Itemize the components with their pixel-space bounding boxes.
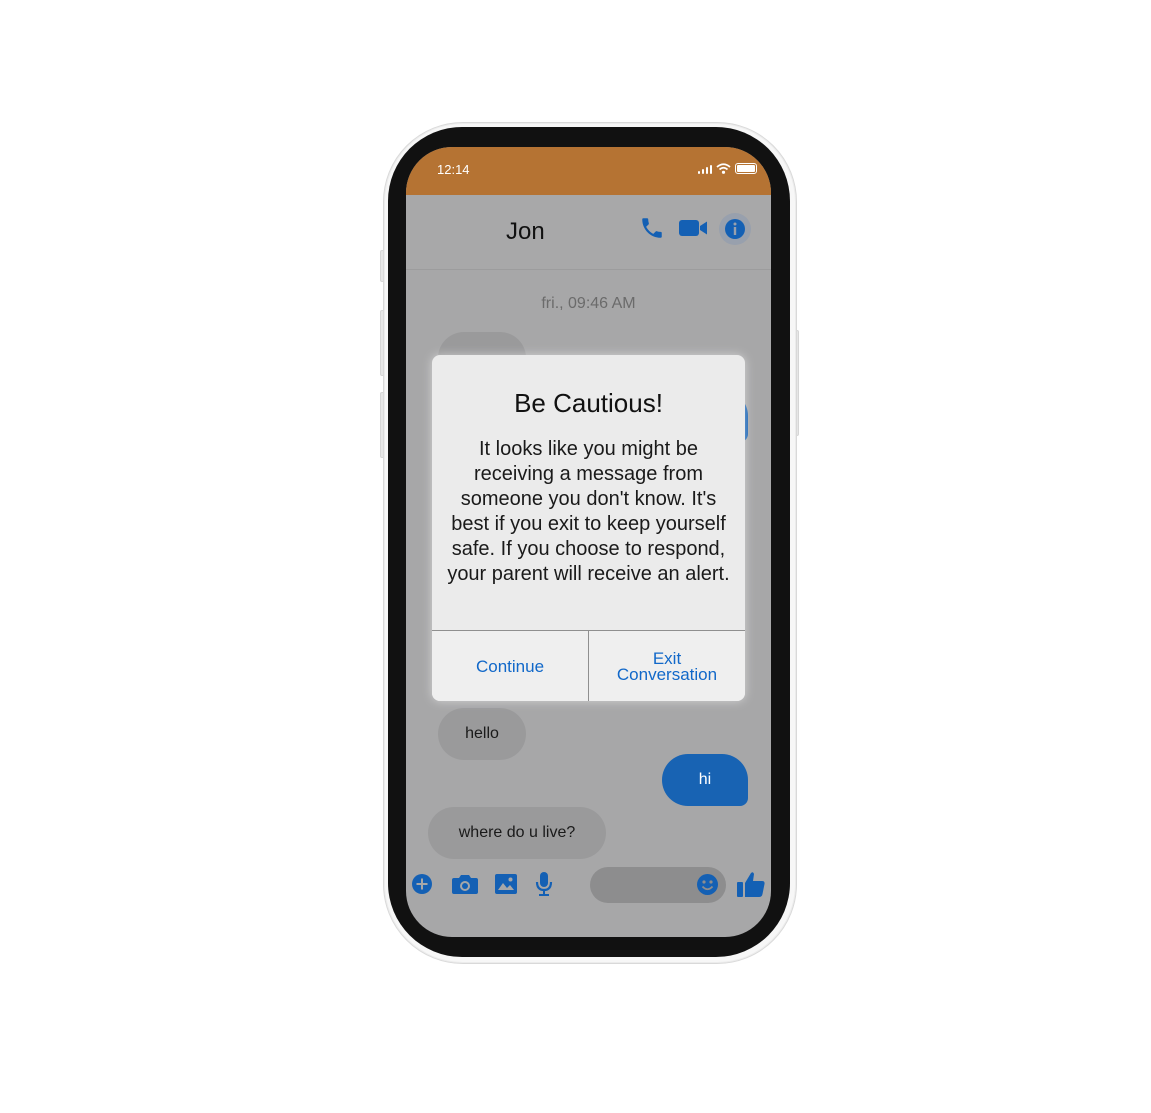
message-text: hi <box>698 771 712 788</box>
add-button[interactable] <box>411 873 433 895</box>
exit-conversation-label: Exit Conversation <box>616 648 718 684</box>
thumbs-up-icon <box>737 872 765 897</box>
message-bubble-received: where do u live? <box>428 807 606 859</box>
info-icon <box>725 219 745 239</box>
battery-icon <box>735 163 757 174</box>
message-timestamp: fri., 09:46 AM <box>541 295 636 312</box>
camera-icon <box>452 875 478 894</box>
dialog-actions: Continue Exit Conversation <box>432 630 745 701</box>
message-bubble-received: hello <box>438 708 526 760</box>
message-text: hello <box>465 725 499 742</box>
emoji-icon <box>697 874 718 895</box>
camera-button[interactable] <box>451 872 479 896</box>
phone-icon[interactable] <box>639 215 665 241</box>
dialog-title: Be Cautious! <box>514 388 663 418</box>
message-composer <box>406 859 771 911</box>
status-time: 12:14 <box>437 162 470 177</box>
emoji-button[interactable] <box>696 873 719 896</box>
status-icons <box>697 163 757 174</box>
wifi-icon <box>716 163 731 174</box>
microphone-icon <box>535 872 553 896</box>
image-icon <box>495 874 517 894</box>
voice-button[interactable] <box>534 871 554 897</box>
exit-conversation-button[interactable]: Exit Conversation <box>588 631 745 701</box>
gallery-button[interactable] <box>494 872 518 896</box>
dialog-message: It looks like you might be receiving a m… <box>447 438 730 585</box>
video-icon[interactable] <box>678 218 708 238</box>
plus-icon <box>412 874 432 894</box>
signal-icon <box>697 164 712 174</box>
info-button[interactable] <box>719 213 751 245</box>
message-text: where do u live? <box>458 824 576 841</box>
status-bar: 12:14 <box>406 147 771 195</box>
continue-button[interactable]: Continue <box>432 631 588 701</box>
like-button[interactable] <box>736 870 766 898</box>
chat-header: Jon <box>406 195 771 270</box>
caution-dialog: Be Cautious! It looks like you might be … <box>432 355 745 701</box>
contact-name: Jon <box>506 218 545 245</box>
message-bubble-sent: hi <box>662 754 748 806</box>
